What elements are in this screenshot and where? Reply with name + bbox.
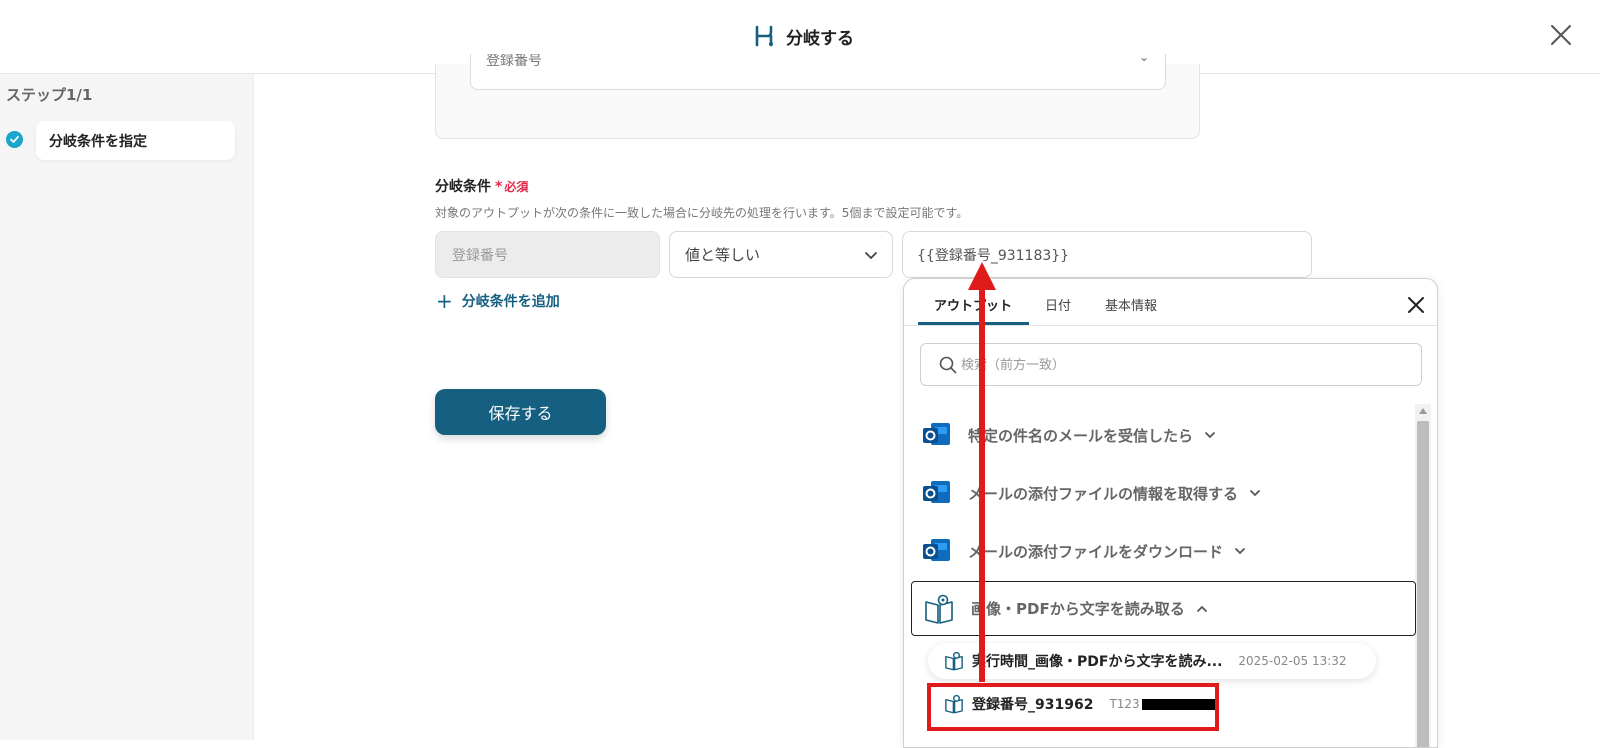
outlook-icon bbox=[923, 423, 950, 445]
page-title: 分岐する bbox=[786, 28, 854, 49]
ocr-book-icon bbox=[945, 651, 963, 671]
output-picker-popup: アウトプット 日付 基本情報 特定の件名のメールを受信したら メ bbox=[903, 278, 1438, 748]
output-name: 登録番号_931962 bbox=[972, 697, 1094, 713]
chevron-down-icon bbox=[865, 252, 877, 260]
output-name: 実行時間_画像・PDFから文字を読み... bbox=[972, 654, 1223, 670]
step-counter: ステップ1/1 bbox=[6, 86, 93, 104]
source-item-attachment-download[interactable]: メールの添付ファイルをダウンロード bbox=[922, 528, 1402, 574]
ocr-book-icon bbox=[945, 694, 963, 714]
output-select[interactable]: 登録番号 ⌄ bbox=[470, 54, 1166, 90]
add-condition-button[interactable]: + 分岐条件を追加 bbox=[436, 291, 560, 311]
add-condition-label: 分岐条件を追加 bbox=[461, 294, 560, 310]
check-icon bbox=[6, 131, 23, 148]
output-search bbox=[920, 343, 1422, 386]
search-input[interactable] bbox=[961, 354, 1401, 376]
tab-output[interactable]: アウトプット bbox=[934, 295, 1012, 314]
plus-icon: + bbox=[436, 289, 453, 313]
condition-label: 分岐条件 bbox=[435, 179, 491, 195]
output-value: T123 bbox=[1109, 697, 1216, 711]
tab-date[interactable]: 日付 bbox=[1045, 295, 1071, 314]
source-item-receive-mail[interactable]: 特定の件名のメールを受信したら bbox=[922, 412, 1402, 458]
source-item-attachment-info[interactable]: メールの添付ファイルの情報を取得する bbox=[922, 470, 1402, 516]
scrollbar-thumb[interactable] bbox=[1417, 421, 1429, 747]
active-tab-indicator bbox=[918, 322, 1029, 325]
sidebar-step-specify-condition[interactable]: 分岐条件を指定 bbox=[36, 121, 235, 160]
source-item-label: 特定の件名のメールを受信したら bbox=[968, 426, 1194, 445]
ocr-book-icon bbox=[925, 594, 953, 624]
source-item-ocr[interactable]: 画像・PDFから文字を読み取る bbox=[911, 581, 1416, 636]
output-value: 2025-02-05 13:32 bbox=[1238, 654, 1347, 668]
output-row-registration-number[interactable]: 登録番号_931962 T123 bbox=[928, 686, 1218, 722]
condition-target-field: 登録番号 bbox=[435, 231, 660, 278]
scroll-up-arrow-icon[interactable] bbox=[1419, 408, 1427, 414]
required-badge: 必須 bbox=[504, 180, 529, 194]
required-star: * bbox=[495, 179, 503, 195]
chevron-down-icon bbox=[1205, 432, 1215, 439]
condition-value-input[interactable]: {{登録番号_931183}} bbox=[902, 231, 1312, 278]
outlook-icon bbox=[923, 481, 950, 503]
chevron-down-icon bbox=[1250, 490, 1260, 497]
condition-description: 対象のアウトプットが次の条件に一致した場合に分岐先の処理を行います。5個まで設定… bbox=[435, 206, 969, 220]
chevron-down-icon bbox=[1235, 548, 1245, 555]
picker-tabs: アウトプット 日付 基本情報 bbox=[904, 279, 1437, 326]
source-item-label: メールの添付ファイルをダウンロード bbox=[968, 542, 1224, 561]
condition-section-label: 分岐条件 * 必須 bbox=[435, 176, 528, 196]
header-title-group: 分岐する bbox=[754, 22, 854, 50]
close-icon[interactable] bbox=[1548, 22, 1574, 48]
chevron-up-icon bbox=[1196, 605, 1207, 612]
search-icon bbox=[939, 356, 957, 374]
source-item-label: メールの添付ファイルの情報を取得する bbox=[968, 484, 1239, 503]
output-row-exec-time[interactable]: 実行時間_画像・PDFから文字を読み... 2025-02-05 13:32 bbox=[928, 643, 1376, 679]
save-button[interactable]: 保存する bbox=[435, 389, 606, 435]
scrollbar[interactable] bbox=[1415, 404, 1431, 747]
previous-section-card: 登録番号 ⌄ bbox=[435, 54, 1200, 139]
chevron-down-icon: ⌄ bbox=[1138, 54, 1149, 64]
source-item-label: 画像・PDFから文字を読み取る bbox=[971, 600, 1185, 618]
tab-basic-info[interactable]: 基本情報 bbox=[1105, 295, 1157, 314]
outlook-icon bbox=[923, 539, 950, 561]
output-value-prefix: T123 bbox=[1109, 697, 1140, 711]
branch-icon bbox=[755, 25, 773, 47]
operator-value: 値と等しい bbox=[685, 246, 761, 264]
close-icon[interactable] bbox=[1407, 296, 1425, 314]
operator-select[interactable]: 値と等しい bbox=[669, 231, 893, 278]
output-select-value: 登録番号 bbox=[486, 54, 542, 69]
steps-sidebar: ステップ1/1 分岐条件を指定 bbox=[0, 74, 254, 740]
redaction-bar bbox=[1141, 699, 1216, 710]
